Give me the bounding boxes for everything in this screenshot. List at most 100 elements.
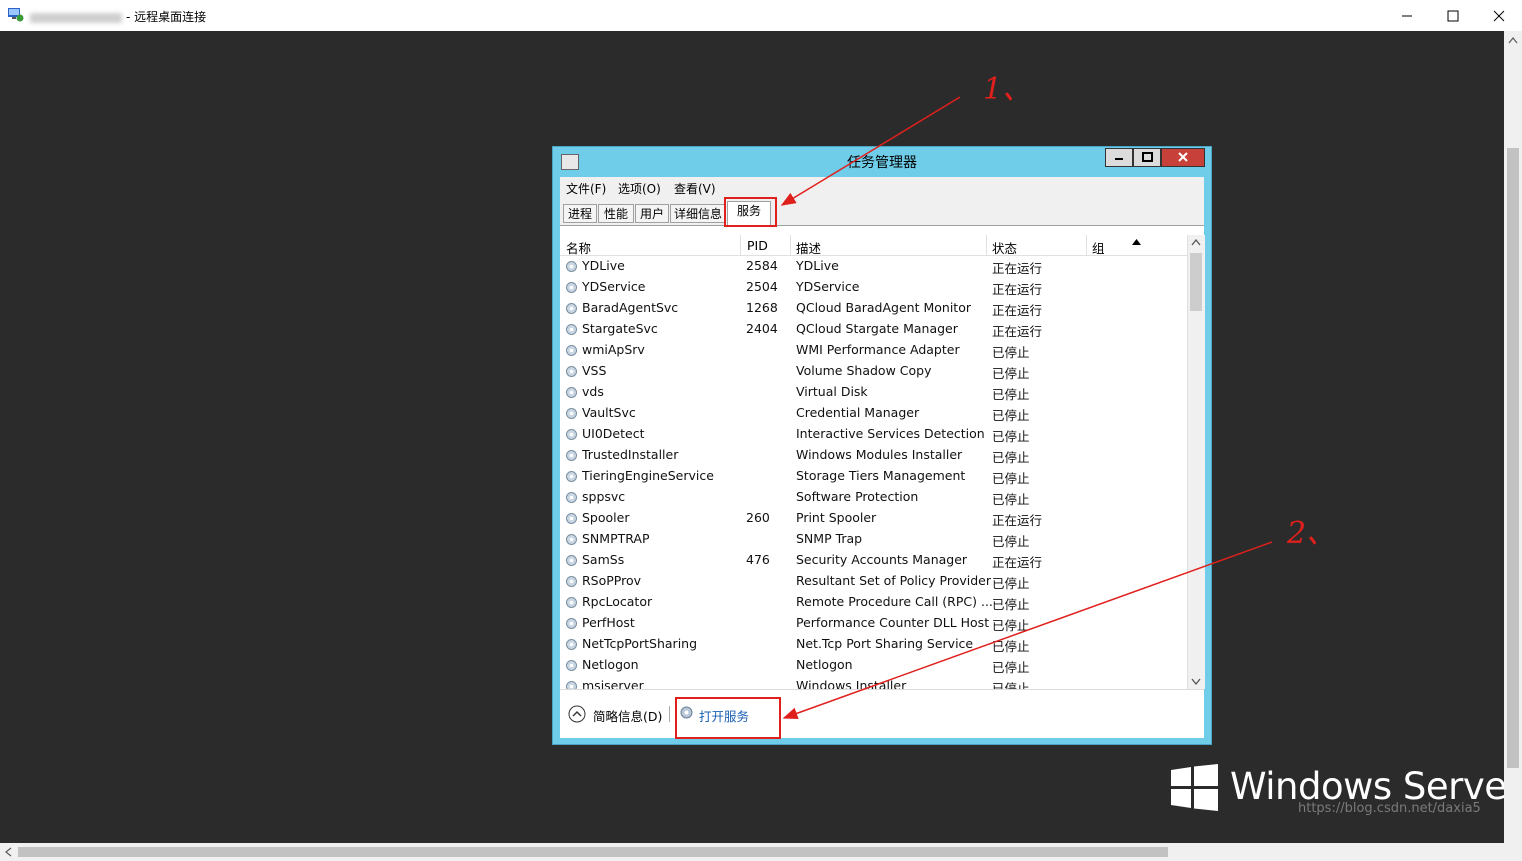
minimize-icon bbox=[1115, 158, 1123, 160]
table-row[interactable]: YDService 2504 YDService 正在运行 bbox=[560, 277, 1187, 298]
table-row[interactable]: sppsvc Software Protection 已停止 bbox=[560, 487, 1187, 508]
tm-close-button[interactable] bbox=[1161, 148, 1205, 167]
rdp-hscroll-thumb[interactable] bbox=[18, 847, 1168, 857]
table-row[interactable]: TieringEngineService Storage Tiers Manage… bbox=[560, 466, 1187, 487]
table-row[interactable]: StargateSvc 2404 QCloud Stargate Manager 正在… bbox=[560, 319, 1187, 340]
tab-users[interactable]: 用户 bbox=[635, 204, 669, 223]
tm-minimize-button[interactable] bbox=[1105, 148, 1133, 167]
column-description[interactable]: 描述 bbox=[796, 238, 821, 257]
column-group[interactable]: 组 bbox=[1092, 238, 1105, 257]
service-description: Resultant Set of Policy Provider bbox=[796, 573, 991, 588]
service-description: Print Spooler bbox=[796, 510, 877, 525]
service-gear-icon bbox=[566, 576, 577, 587]
menu-view[interactable]: 查看(V) bbox=[674, 180, 716, 197]
table-row[interactable]: NetTcpPortSharing Net.Tcp Port Sharing Se… bbox=[560, 634, 1187, 655]
table-row[interactable]: msiserver Windows Installer 已停止 bbox=[560, 676, 1187, 689]
service-description: Windows Modules Installer bbox=[796, 447, 963, 462]
service-gear-icon bbox=[566, 387, 577, 398]
service-name: vds bbox=[582, 384, 604, 399]
column-name[interactable]: 名称 bbox=[566, 238, 591, 257]
service-status: 已停止 bbox=[992, 618, 1030, 633]
service-status: 正在运行 bbox=[992, 303, 1043, 318]
table-row[interactable]: BaradAgentSvc 1268 QCloud BaradAgent Monit… bbox=[560, 298, 1187, 319]
scrollbar-thumb[interactable] bbox=[1190, 253, 1202, 311]
service-description: Remote Procedure Call (RPC) ... bbox=[796, 594, 993, 609]
service-name: RSoPProv bbox=[582, 573, 642, 588]
table-row[interactable]: VaultSvc Credential Manager 已停止 bbox=[560, 403, 1187, 424]
service-status: 已停止 bbox=[992, 366, 1030, 381]
tab-details[interactable]: 详细信息 bbox=[670, 204, 726, 223]
service-description: Security Accounts Manager bbox=[796, 552, 968, 567]
table-row[interactable]: RSoPProv Resultant Set of Policy Provider… bbox=[560, 571, 1187, 592]
rdp-horizontal-scrollbar[interactable] bbox=[0, 843, 1504, 861]
menu-file[interactable]: 文件(F) bbox=[566, 180, 606, 197]
service-gear-icon bbox=[566, 618, 577, 629]
service-description: YDLive bbox=[796, 258, 839, 273]
rdp-vscroll-thumb[interactable] bbox=[1507, 148, 1519, 768]
task-manager-body: 文件(F) 选项(O) 查看(V) 进程 性能 用户 详细信息 服务 名称 PI… bbox=[560, 177, 1205, 738]
service-gear-icon bbox=[566, 450, 577, 461]
service-status: 已停止 bbox=[992, 681, 1030, 689]
service-pid: 2404 bbox=[746, 321, 778, 336]
maximize-button[interactable] bbox=[1430, 0, 1476, 31]
table-row[interactable]: Spooler 260 Print Spooler 正在运行 bbox=[560, 508, 1187, 529]
tab-bar: 进程 性能 用户 详细信息 服务 bbox=[560, 198, 1204, 226]
service-pid: 476 bbox=[746, 552, 770, 567]
service-gear-icon bbox=[566, 681, 577, 689]
service-status: 已停止 bbox=[992, 408, 1030, 423]
service-gear-icon bbox=[566, 660, 577, 671]
service-description: Net.Tcp Port Sharing Service bbox=[796, 636, 974, 651]
service-name: RpcLocator bbox=[582, 594, 653, 609]
scroll-left-icon[interactable] bbox=[5, 847, 12, 857]
brief-info-button[interactable]: 简略信息(D) bbox=[593, 706, 662, 725]
task-manager-window: 任务管理器 文件(F) 选项(O) 查看(V) 进程 性能 用户 详细信息 服务… bbox=[553, 147, 1211, 744]
table-row[interactable]: Netlogon Netlogon 已停止 bbox=[560, 655, 1187, 676]
service-status: 正在运行 bbox=[992, 261, 1043, 276]
service-name: VaultSvc bbox=[582, 405, 636, 420]
column-pid[interactable]: PID bbox=[747, 238, 768, 253]
service-gear-icon bbox=[566, 639, 577, 650]
scroll-up-icon[interactable] bbox=[1508, 37, 1518, 44]
table-row[interactable]: TrustedInstaller Windows Modules Installe… bbox=[560, 445, 1187, 466]
rdp-vertical-scrollbar[interactable] bbox=[1504, 31, 1522, 843]
menu-options[interactable]: 选项(O) bbox=[618, 180, 661, 197]
table-scrollbar[interactable] bbox=[1187, 235, 1205, 689]
collapse-chevron-icon[interactable] bbox=[568, 705, 586, 723]
scroll-up-icon[interactable] bbox=[1191, 239, 1201, 246]
minimize-button[interactable] bbox=[1384, 0, 1430, 31]
table-row[interactable]: SNMPTRAP SNMP Trap 已停止 bbox=[560, 529, 1187, 550]
table-row[interactable]: vds Virtual Disk 已停止 bbox=[560, 382, 1187, 403]
service-gear-icon bbox=[566, 345, 577, 356]
service-description: Windows Installer bbox=[796, 678, 907, 689]
blurred-host-address bbox=[30, 12, 122, 23]
tab-processes[interactable]: 进程 bbox=[563, 204, 597, 223]
menu-bar: 文件(F) 选项(O) 查看(V) bbox=[560, 177, 1204, 198]
column-status[interactable]: 状态 bbox=[992, 238, 1017, 257]
service-name: Netlogon bbox=[582, 657, 639, 672]
service-name: SamSs bbox=[582, 552, 625, 567]
table-row[interactable]: SamSs 476 Security Accounts Manager 正在运行 bbox=[560, 550, 1187, 571]
remote-desktop-icon bbox=[8, 8, 24, 22]
table-row[interactable]: VSS Volume Shadow Copy 已停止 bbox=[560, 361, 1187, 382]
service-description: Interactive Services Detection bbox=[796, 426, 985, 441]
annotation-box-open-services bbox=[675, 697, 781, 739]
service-description: QCloud Stargate Manager bbox=[796, 321, 958, 336]
service-status: 已停止 bbox=[992, 450, 1030, 465]
services-table: 名称 PID 描述 状态 组 YDLive 2584 YDLive 正在运行 YDSer… bbox=[560, 235, 1187, 689]
tm-maximize-button[interactable] bbox=[1133, 148, 1161, 167]
table-row[interactable]: RpcLocator Remote Procedure Call (RPC) ..… bbox=[560, 592, 1187, 613]
maximize-icon bbox=[1447, 10, 1459, 22]
task-manager-titlebar[interactable]: 任务管理器 bbox=[553, 147, 1211, 176]
service-status: 已停止 bbox=[992, 492, 1030, 507]
scroll-down-icon[interactable] bbox=[1191, 678, 1201, 685]
service-name: msiserver bbox=[582, 678, 644, 689]
service-name: SNMPTRAP bbox=[582, 531, 650, 546]
table-row[interactable]: YDLive 2584 YDLive 正在运行 bbox=[560, 256, 1187, 277]
table-row[interactable]: wmiApSrv WMI Performance Adapter 已停止 bbox=[560, 340, 1187, 361]
table-row[interactable]: PerfHost Performance Counter DLL Host 已停止 bbox=[560, 613, 1187, 634]
service-description: WMI Performance Adapter bbox=[796, 342, 960, 357]
tab-performance[interactable]: 性能 bbox=[598, 204, 634, 223]
close-button[interactable] bbox=[1476, 0, 1522, 31]
service-status: 正在运行 bbox=[992, 324, 1043, 339]
table-row[interactable]: UI0Detect Interactive Services Detection 已… bbox=[560, 424, 1187, 445]
